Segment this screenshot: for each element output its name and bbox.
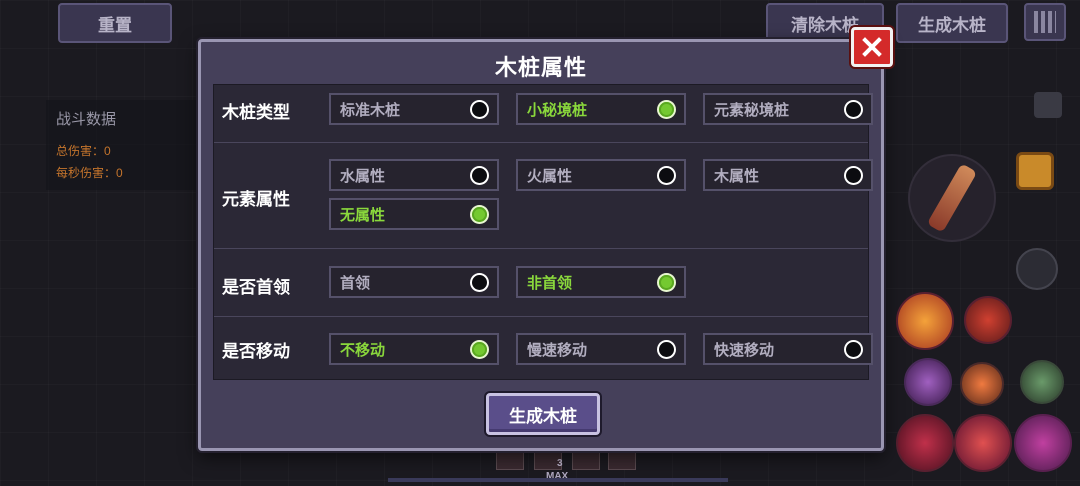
option-label: 非首领 bbox=[527, 274, 573, 292]
radio-icon bbox=[844, 166, 863, 185]
option-element-realm-dummy[interactable]: 元素秘境桩 bbox=[703, 93, 873, 125]
section-boss: 是否首领 首领 非首领 bbox=[214, 249, 868, 317]
xp-bar bbox=[388, 478, 728, 482]
attack-icon[interactable] bbox=[1016, 248, 1058, 290]
option-no-move[interactable]: 不移动 bbox=[329, 333, 499, 365]
option-label: 木属性 bbox=[714, 167, 760, 185]
grid-menu-button[interactable] bbox=[1024, 3, 1066, 41]
radio-icon bbox=[657, 166, 676, 185]
option-fast-move[interactable]: 快速移动 bbox=[703, 333, 873, 365]
skill-magenta-icon[interactable] bbox=[1014, 414, 1072, 472]
option-label: 元素秘境桩 bbox=[714, 101, 790, 119]
option-label: 不移动 bbox=[340, 341, 386, 359]
section-label: 是否移动 bbox=[222, 342, 290, 361]
backpack-icon[interactable] bbox=[1016, 152, 1054, 190]
stats-title: 战斗数据 bbox=[56, 111, 117, 128]
spawn-dummy-button[interactable]: 生成木桩 bbox=[486, 393, 600, 435]
hotbar-count: 3 bbox=[557, 458, 563, 469]
radio-icon bbox=[470, 273, 489, 292]
grid-icon bbox=[1034, 11, 1056, 33]
option-wood[interactable]: 木属性 bbox=[703, 159, 873, 191]
radio-icon bbox=[844, 100, 863, 119]
skill-burst-icon[interactable] bbox=[954, 414, 1012, 472]
radio-selected-icon bbox=[470, 205, 489, 224]
option-non-boss[interactable]: 非首领 bbox=[516, 266, 686, 298]
radio-icon bbox=[844, 340, 863, 359]
dialog-title: 木桩属性 bbox=[494, 55, 587, 80]
skill-fire-icon[interactable] bbox=[896, 292, 954, 350]
weapon-slot[interactable] bbox=[908, 154, 996, 242]
hotbar-slot[interactable] bbox=[572, 450, 600, 470]
radio-icon bbox=[470, 166, 489, 185]
option-label: 首领 bbox=[340, 274, 371, 292]
option-water[interactable]: 水属性 bbox=[329, 159, 499, 191]
skill-green-icon[interactable] bbox=[1020, 360, 1064, 404]
close-button[interactable] bbox=[851, 27, 893, 67]
hotbar-slot[interactable] bbox=[496, 450, 524, 470]
option-slow-move[interactable]: 慢速移动 bbox=[516, 333, 686, 365]
section-label: 元素属性 bbox=[222, 190, 290, 209]
option-label: 无属性 bbox=[340, 206, 386, 224]
section-movement: 是否移动 不移动 慢速移动 快速移动 bbox=[214, 317, 873, 381]
option-label: 火属性 bbox=[527, 167, 573, 185]
skill-slash-icon[interactable] bbox=[964, 296, 1012, 344]
properties-panel: 木桩类型 标准木桩 小秘境桩 元素秘境桩 元素属性 水属性 火属性 木属性 无属… bbox=[213, 84, 873, 381]
battle-stats-panel: 战斗数据 总伤害：0 每秒伤害：0 bbox=[46, 100, 206, 190]
skill-crystal-icon[interactable] bbox=[904, 358, 952, 406]
radio-icon bbox=[470, 100, 489, 119]
section-label: 是否首领 bbox=[222, 278, 290, 297]
option-label: 小秘境桩 bbox=[527, 101, 588, 119]
chart-icon[interactable] bbox=[1034, 92, 1062, 118]
weapon-icon bbox=[926, 163, 978, 233]
hotbar-slot[interactable] bbox=[608, 450, 636, 470]
option-small-realm-dummy[interactable]: 小秘境桩 bbox=[516, 93, 686, 125]
option-label: 水属性 bbox=[340, 167, 386, 185]
option-label: 标准木桩 bbox=[340, 101, 401, 119]
close-icon bbox=[862, 37, 882, 57]
option-fire[interactable]: 火属性 bbox=[516, 159, 686, 191]
radio-icon bbox=[657, 340, 676, 359]
radio-selected-icon bbox=[657, 100, 676, 119]
section-dummy-type: 木桩类型 标准木桩 小秘境桩 元素秘境桩 bbox=[214, 85, 873, 143]
skill-crimson-icon[interactable] bbox=[896, 414, 954, 472]
potion-icon[interactable] bbox=[960, 362, 1004, 406]
radio-selected-icon bbox=[470, 340, 489, 359]
radio-selected-icon bbox=[657, 273, 676, 292]
section-element: 元素属性 水属性 火属性 木属性 无属性 bbox=[214, 143, 873, 249]
dummy-properties-dialog: 木桩属性 木桩类型 标准木桩 小秘境桩 元素秘境桩 元素属性 水属性 火属性 木… bbox=[198, 39, 884, 451]
reset-button[interactable]: 重置 bbox=[58, 3, 172, 43]
option-label: 慢速移动 bbox=[527, 341, 588, 359]
dps-text: 每秒伤害：0 bbox=[56, 166, 123, 180]
option-boss[interactable]: 首领 bbox=[329, 266, 499, 298]
section-label: 木桩类型 bbox=[222, 103, 290, 122]
total-damage-text: 总伤害：0 bbox=[56, 144, 111, 158]
option-standard-dummy[interactable]: 标准木桩 bbox=[329, 93, 499, 125]
option-no-element[interactable]: 无属性 bbox=[329, 198, 499, 230]
option-label: 快速移动 bbox=[714, 341, 775, 359]
spawn-dummy-top-button[interactable]: 生成木桩 bbox=[896, 3, 1008, 43]
